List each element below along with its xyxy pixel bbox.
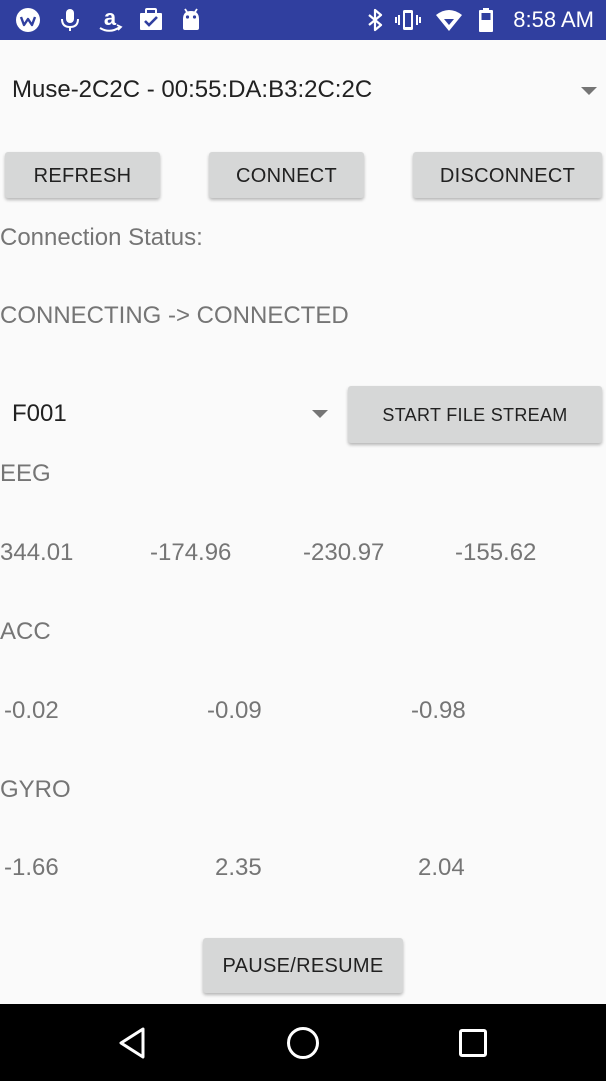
wifi-icon [435,6,463,34]
connect-button[interactable]: CONNECT [209,152,364,198]
file-spinner-value: F001 [12,400,67,427]
microphone-icon [56,6,84,34]
gyro-value: -1.66 [4,854,59,881]
refresh-button[interactable]: REFRESH [5,152,160,198]
bluetooth-icon [361,6,389,34]
acc-value: -0.09 [207,697,262,724]
device-spinner[interactable]: Muse-2C2C - 00:55:DA:B3:2C:2C [0,62,606,120]
pause-resume-button[interactable]: PAUSE/RESUME [203,938,403,993]
connection-status-value: CONNECTING -> CONNECTED [0,302,349,329]
connection-status-label: Connection Status: [0,224,203,251]
eeg-label: EEG [0,460,51,487]
status-bar: a 8:58 AM [0,0,606,40]
file-spinner[interactable]: F001 [0,386,340,444]
gyro-value: 2.35 [215,854,262,881]
start-file-stream-button[interactable]: START FILE STREAM [348,386,602,443]
disconnect-button[interactable]: DISCONNECT [413,152,602,198]
dropdown-arrow-icon [581,87,597,95]
clock-time: 8:58 AM [513,7,594,32]
amazon-icon: a [96,6,124,34]
eeg-value: -174.96 [150,539,232,566]
eeg-value: -155.62 [455,539,537,566]
navigation-bar [0,1004,606,1081]
home-icon[interactable] [283,1023,323,1063]
dropdown-arrow-icon [312,410,328,418]
android-icon [177,6,205,34]
back-icon[interactable] [113,1023,153,1063]
task-checklist-icon [137,6,165,34]
eeg-value: -230.97 [303,539,385,566]
wifi-calling-app-icon [14,6,42,34]
acc-value: -0.98 [411,697,466,724]
recents-icon[interactable] [453,1023,493,1063]
svg-text:a: a [104,6,117,30]
vibrate-icon [394,6,422,34]
gyro-label: GYRO [0,776,71,803]
acc-value: -0.02 [4,697,59,724]
battery-icon [472,6,500,34]
acc-label: ACC [0,618,51,645]
gyro-value: 2.04 [418,854,465,881]
device-spinner-value: Muse-2C2C - 00:55:DA:B3:2C:2C [12,76,373,103]
eeg-value: 344.01 [0,539,74,566]
